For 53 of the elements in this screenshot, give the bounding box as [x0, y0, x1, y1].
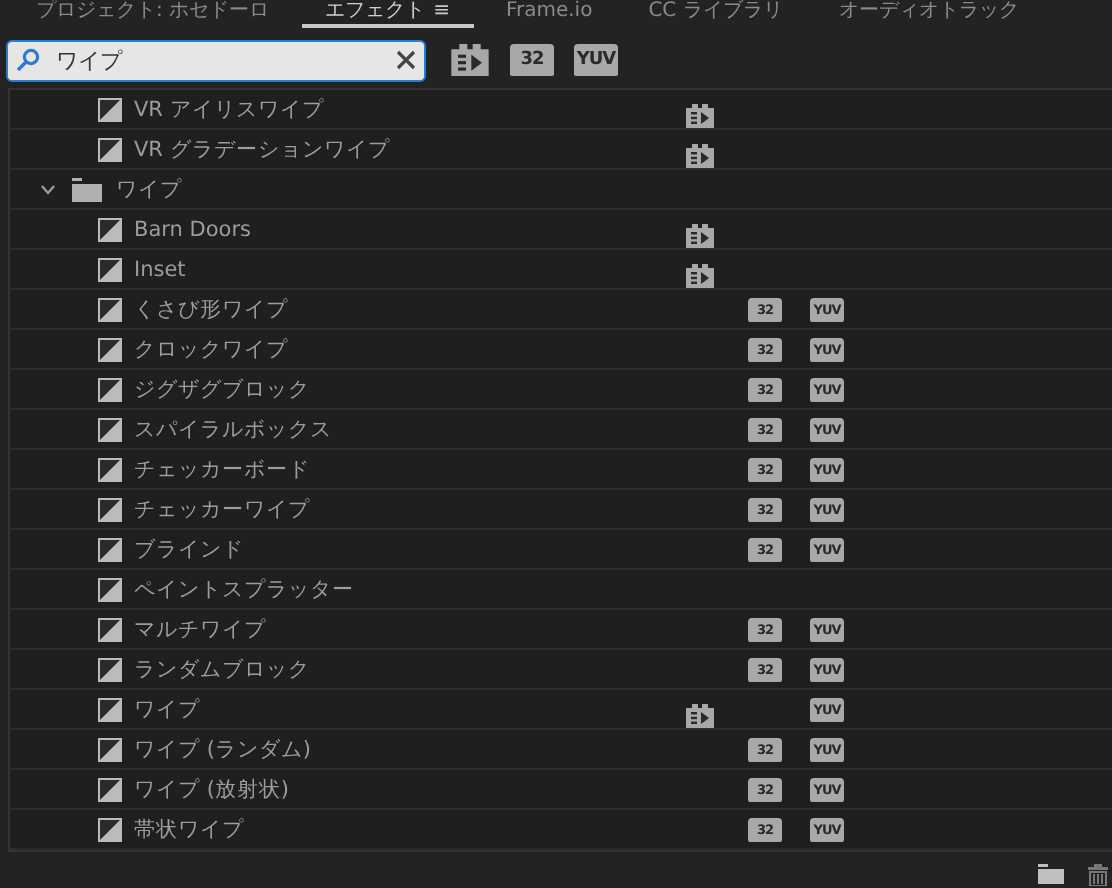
effect-name[interactable]: ワイプ (ランダム) — [134, 735, 312, 763]
effect-icon — [98, 737, 122, 761]
effect-icon — [98, 217, 122, 241]
effect-icon — [98, 577, 122, 601]
folder-icon — [72, 177, 102, 201]
effect-icon — [98, 97, 122, 121]
effect-name[interactable]: スパイラルボックス — [134, 415, 332, 443]
effect-icon — [98, 257, 122, 281]
effect-name[interactable]: くさび形ワイプ — [134, 295, 288, 323]
effect-name[interactable]: Inset — [134, 257, 186, 281]
effect-name[interactable]: ブラインド — [134, 535, 244, 563]
effect-name[interactable]: ジグザグブロック — [134, 375, 310, 403]
search-icon — [16, 48, 40, 72]
panel-tab[interactable]: Frame.io — [481, 0, 617, 28]
accelerated-icon[interactable] — [450, 44, 490, 76]
effect-name[interactable]: マルチワイプ — [134, 615, 266, 643]
effect-icon — [98, 497, 122, 521]
effect-name[interactable]: チェッカーボード — [134, 455, 310, 483]
effect-name[interactable]: クロックワイプ — [134, 335, 288, 363]
effect-icon — [98, 417, 122, 441]
effect-icon — [98, 137, 122, 161]
effect-name[interactable]: ランダムブロック — [134, 655, 310, 683]
effect-name[interactable]: Barn Doors — [134, 217, 251, 241]
effect-icon — [98, 697, 122, 721]
bit-depth-badge[interactable]: 32 — [510, 44, 554, 76]
panel-tab[interactable]: オーディオトラック — [814, 0, 1043, 28]
effect-icon — [98, 657, 122, 681]
panel-tab[interactable]: CC ライブラリ — [624, 0, 807, 28]
effect-icon — [98, 777, 122, 801]
effect-name[interactable]: ワイプ (放射状) — [134, 775, 290, 803]
effect-icon — [98, 457, 122, 481]
clear-icon[interactable] — [396, 50, 416, 70]
panel-tab[interactable]: エフェクト ≡ — [301, 0, 474, 28]
effect-name[interactable]: ワイプ — [134, 695, 200, 723]
effect-icon — [98, 337, 122, 361]
effect-icon — [98, 617, 122, 641]
effect-name[interactable]: チェッカーワイプ — [134, 495, 310, 523]
effect-name[interactable]: 帯状ワイプ — [134, 815, 244, 843]
effect-icon — [98, 817, 122, 841]
effect-icon — [98, 377, 122, 401]
effect-icon — [98, 297, 122, 321]
effect-name[interactable]: ペイントスプラッター — [134, 575, 354, 603]
trash-icon[interactable] — [1088, 863, 1108, 885]
new-folder-icon[interactable] — [1038, 864, 1064, 884]
search-input[interactable]: ワイプ — [56, 47, 380, 73]
chevron-icon[interactable] — [40, 183, 56, 195]
effect-icon — [98, 537, 122, 561]
effect-name[interactable]: VR アイリスワイプ — [134, 95, 324, 123]
effect-name[interactable]: VR グラデーションワイプ — [134, 135, 390, 163]
search-box[interactable]: ワイプ — [6, 39, 426, 81]
panel-menu[interactable]: ≡ — [433, 0, 450, 24]
folder-name[interactable]: ワイプ — [116, 175, 182, 203]
yuv-badge[interactable]: YUV — [574, 44, 618, 76]
